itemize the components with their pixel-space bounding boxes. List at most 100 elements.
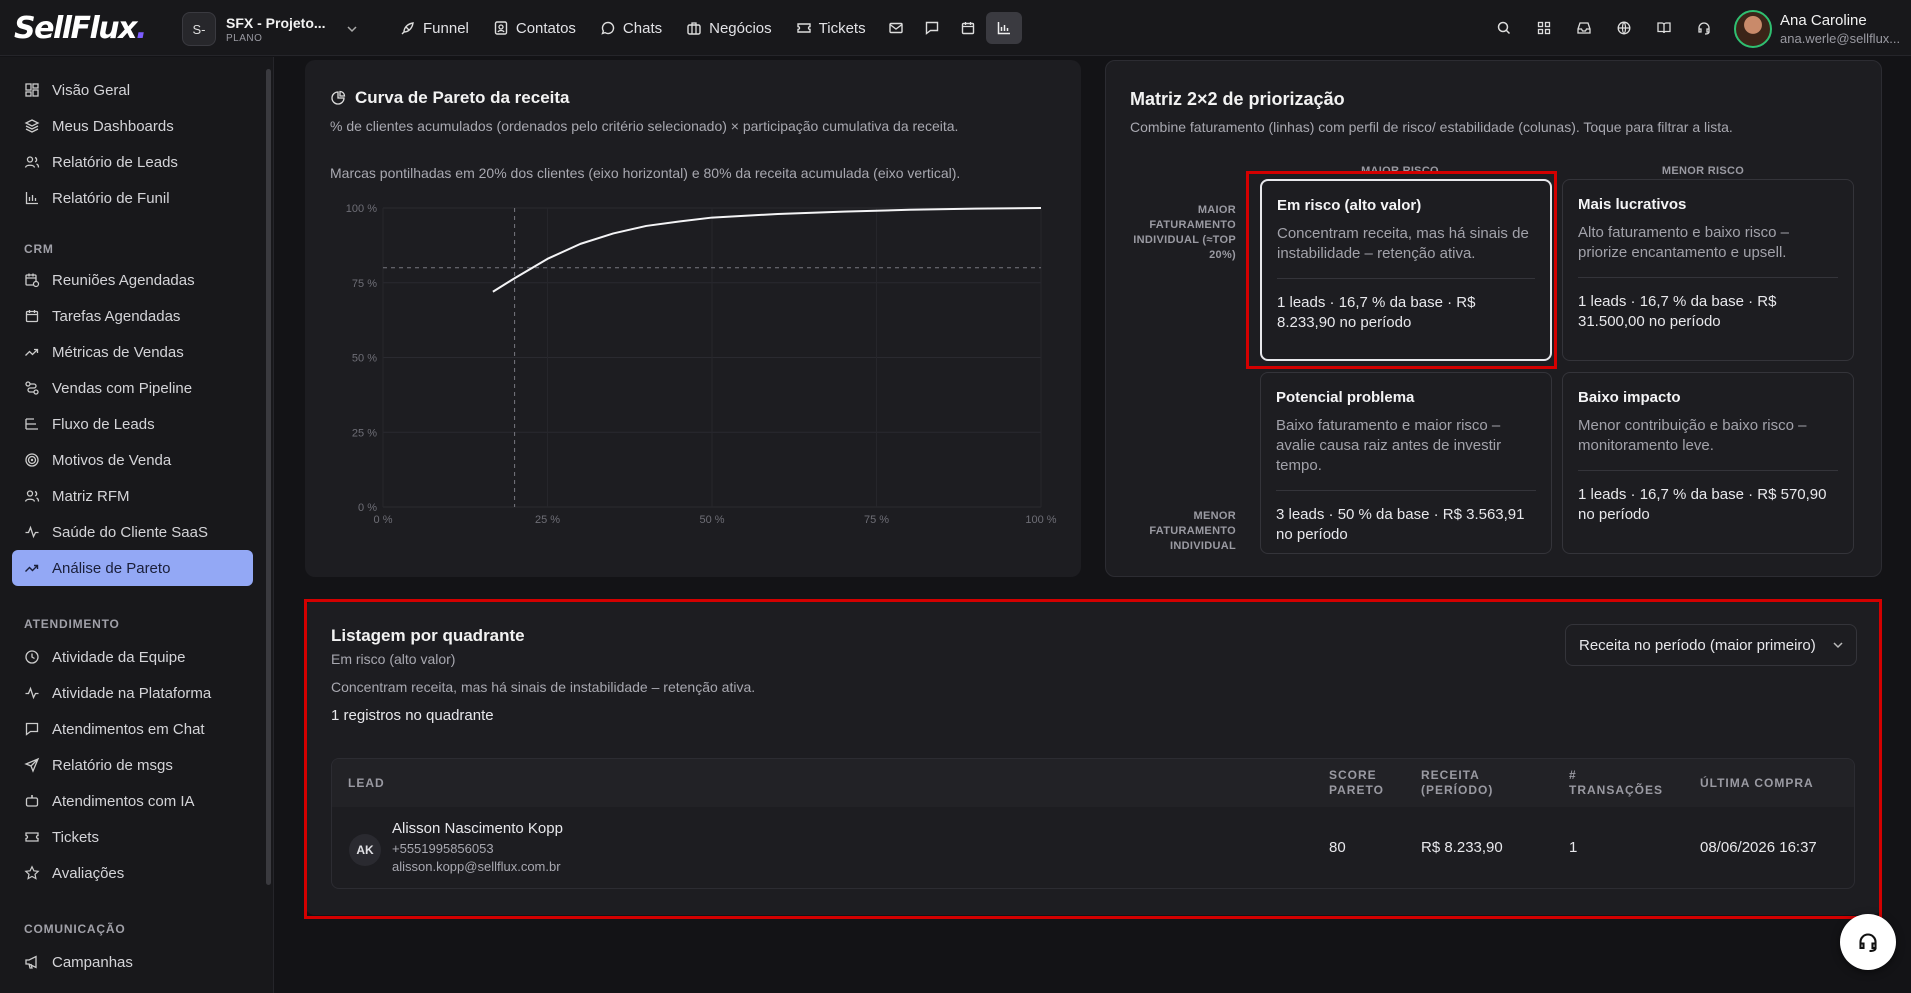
listing-count: 1 registros no quadrante bbox=[331, 707, 494, 724]
nav-negocios[interactable]: Negócios bbox=[674, 12, 784, 44]
leads-table: LEAD SCORE PARETO RECEITA (PERÍODO) # TR… bbox=[331, 758, 1855, 889]
lead-avatar: AK bbox=[349, 834, 381, 866]
chat-icon bbox=[601, 21, 615, 35]
nav-reports[interactable] bbox=[985, 12, 1022, 44]
headset-icon bbox=[1698, 22, 1710, 35]
sidebar-item-avaliacoes[interactable]: Avaliações bbox=[12, 855, 253, 891]
apps-button[interactable] bbox=[1528, 12, 1560, 44]
users-icon bbox=[24, 156, 40, 168]
sidebar-item-label: Métricas de Vendas bbox=[52, 343, 184, 361]
nav-email[interactable] bbox=[878, 12, 914, 44]
column-header-score[interactable]: SCORE PARETO bbox=[1329, 768, 1389, 798]
sidebar-item-visao-geral[interactable]: Visão Geral bbox=[12, 72, 253, 108]
target-icon bbox=[25, 453, 39, 467]
lead-phone: +5551995856053 bbox=[392, 841, 494, 856]
sidebar-item-saude-do-cliente-saas[interactable]: Saúde do Cliente SaaS bbox=[12, 514, 253, 550]
support-button[interactable] bbox=[1688, 12, 1720, 44]
nav-contatos[interactable]: Contatos bbox=[481, 12, 588, 44]
x-tick-label: 50 % bbox=[699, 514, 724, 526]
sidebar-item-meus-dashboards[interactable]: Meus Dashboards bbox=[12, 108, 253, 144]
pareto-curve bbox=[492, 207, 1042, 293]
sidebar-item-atendimentos-com-ia[interactable]: Atendimentos com IA bbox=[12, 783, 253, 819]
lead-score: 80 bbox=[1329, 839, 1346, 856]
main-nav: Funnel Contatos Chats Negócios Tickets bbox=[388, 12, 1022, 44]
quadrant-baixo-impacto[interactable]: Baixo impacto Menor contribuição e baixo… bbox=[1562, 372, 1854, 554]
sidebar-item-matriz-rfm[interactable]: Matriz RFM bbox=[12, 478, 253, 514]
nav-messages[interactable] bbox=[914, 12, 950, 44]
sidebar-item-tarefas-agendadas[interactable]: Tarefas Agendadas bbox=[12, 298, 253, 334]
column-header-last-purchase[interactable]: ÚLTIMA COMPRA bbox=[1700, 776, 1814, 791]
sidebar-item-relatorio-de-msgs[interactable]: Relatório de msgs bbox=[12, 747, 253, 783]
sidebar-item-fluxo-de-leads[interactable]: Fluxo de Leads bbox=[12, 406, 253, 442]
book-open-icon bbox=[1657, 22, 1671, 34]
nav-negocios-label: Negócios bbox=[709, 19, 772, 37]
sidebar-item-analise-de-pareto[interactable]: Análise de Pareto bbox=[12, 550, 253, 586]
listing-description: Concentram receita, mas há sinais de ins… bbox=[331, 679, 756, 695]
sidebar-item-label: Atividade na Plataforma bbox=[52, 684, 212, 702]
quadrant-em-risco[interactable]: Em risco (alto valor) Concentram receita… bbox=[1260, 179, 1552, 361]
docs-button[interactable] bbox=[1648, 12, 1680, 44]
sidebar-scrollbar[interactable] bbox=[266, 69, 271, 885]
quadrant-title: Mais lucrativos bbox=[1578, 196, 1687, 213]
column-header-revenue[interactable]: RECEITA (PERÍODO) bbox=[1421, 768, 1492, 798]
search-button[interactable] bbox=[1488, 12, 1520, 44]
quadrant-stats: 3 leads · 50 % da base · R$ 3.563,91 no … bbox=[1276, 506, 1525, 543]
lead-last-purchase: 08/06/2026 16:37 bbox=[1700, 839, 1817, 856]
x-tick-label: 100 % bbox=[1025, 514, 1056, 526]
sidebar-item-atividade-na-plataforma[interactable]: Atividade na Plataforma bbox=[12, 675, 253, 711]
listing-quadrant: Em risco (alto valor) bbox=[331, 651, 456, 667]
briefcase-icon bbox=[687, 22, 701, 35]
inbox-icon bbox=[1577, 22, 1591, 34]
column-header-transactions[interactable]: # TRANSAÇÕES bbox=[1569, 768, 1662, 798]
quadrant-stats: 1 leads · 16,7 % da base · R$ 31.500,00 … bbox=[1578, 293, 1777, 330]
x-tick-label: 0 % bbox=[374, 514, 393, 526]
megaphone-icon bbox=[25, 955, 37, 969]
y-tick-label: 100 % bbox=[346, 203, 377, 215]
sidebar-item-relatorio-de-leads[interactable]: Relatório de Leads bbox=[12, 144, 253, 180]
sellflux-logo[interactable]: SellFlux. bbox=[14, 11, 147, 46]
layout-icon bbox=[25, 83, 39, 97]
table-header: LEAD SCORE PARETO RECEITA (PERÍODO) # TR… bbox=[332, 759, 1854, 807]
sidebar-item-motivos-de-venda[interactable]: Motivos de Venda bbox=[12, 442, 253, 478]
table-row[interactable]: AK Alisson Nascimento Kopp +555199585605… bbox=[332, 807, 1854, 888]
calendar-clock-icon bbox=[25, 273, 40, 288]
nav-calendar[interactable] bbox=[950, 12, 986, 44]
list-flow-icon bbox=[25, 418, 38, 430]
project-selector[interactable]: S- SFX - Projeto... PLANO bbox=[182, 12, 358, 46]
nav-chats[interactable]: Chats bbox=[588, 12, 674, 44]
sidebar-item-atividade-da-equipe[interactable]: Atividade da Equipe bbox=[12, 639, 253, 675]
sidebar-item-campanhas[interactable]: Campanhas bbox=[12, 944, 253, 980]
top-bar: SellFlux. S- SFX - Projeto... PLANO Funn… bbox=[0, 0, 1911, 56]
quadrant-potencial-problema[interactable]: Potencial problema Baixo faturamento e m… bbox=[1260, 372, 1552, 554]
x-tick-label: 75 % bbox=[864, 514, 889, 526]
nav-funnel[interactable]: Funnel bbox=[388, 12, 481, 44]
contacts-icon bbox=[494, 21, 508, 35]
quadrant-description: Menor contribuição e baixo risco – monit… bbox=[1578, 416, 1838, 471]
user-menu[interactable]: Ana Caroline ana.werle@sellflux... bbox=[1734, 10, 1900, 48]
layers-icon bbox=[24, 119, 40, 133]
sort-select[interactable]: Receita no período (maior primeiro) bbox=[1565, 624, 1857, 666]
sidebar-item-atendimentos-em-chat[interactable]: Atendimentos em Chat bbox=[12, 711, 253, 747]
inbox-button[interactable] bbox=[1568, 12, 1600, 44]
sort-select-value: Receita no período (maior primeiro) bbox=[1579, 636, 1816, 654]
column-header-high-risk: MAIOR RISCO bbox=[1361, 165, 1439, 177]
quadrant-stats: 1 leads · 16,7 % da base · R$ 8.233,90 n… bbox=[1277, 294, 1476, 331]
sidebar-item-reunioes-agendadas[interactable]: Reuniões Agendadas bbox=[12, 262, 253, 298]
y-tick-label: 0 % bbox=[358, 502, 377, 514]
sidebar-item-tickets[interactable]: Tickets bbox=[12, 819, 253, 855]
sidebar-item-metricas-de-vendas[interactable]: Métricas de Vendas bbox=[12, 334, 253, 370]
chevron-down-icon bbox=[1833, 642, 1843, 649]
priority-matrix-card: Matriz 2×2 de priorização Combine fatura… bbox=[1105, 60, 1882, 577]
bar-chart-icon bbox=[25, 192, 38, 205]
language-button[interactable] bbox=[1608, 12, 1640, 44]
sidebar-item-vendas-com-pipeline[interactable]: Vendas com Pipeline bbox=[12, 370, 253, 406]
sidebar-item-relatorio-de-funil[interactable]: Relatório de Funil bbox=[12, 180, 253, 216]
headset-icon bbox=[1859, 933, 1877, 953]
trending-up-icon bbox=[25, 348, 39, 356]
help-chat-button[interactable] bbox=[1840, 914, 1896, 970]
nav-tickets[interactable]: Tickets bbox=[784, 12, 878, 44]
sidebar-item-label: Vendas com Pipeline bbox=[52, 379, 193, 397]
search-icon bbox=[1497, 21, 1511, 35]
quadrant-mais-lucrativos[interactable]: Mais lucrativos Alto faturamento e baixo… bbox=[1562, 179, 1854, 361]
column-header-lead[interactable]: LEAD bbox=[348, 776, 385, 791]
